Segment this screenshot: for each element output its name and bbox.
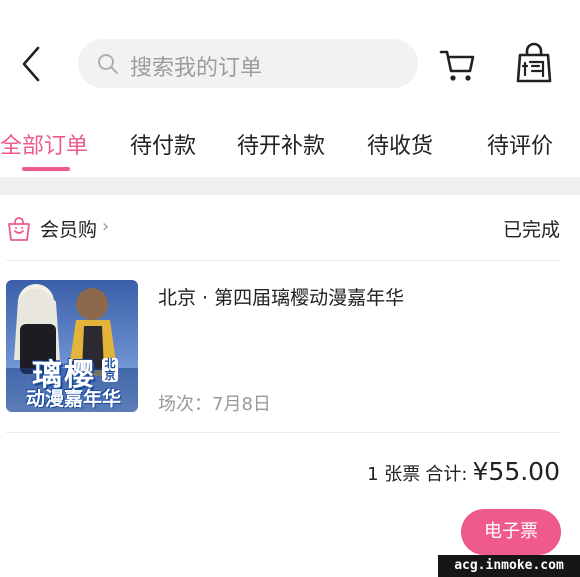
section-divider: [0, 177, 580, 195]
shop-bag-icon: [8, 217, 30, 241]
top-bar: 搜索我的订单: [0, 0, 580, 120]
poster-badge: 北京: [102, 358, 118, 382]
active-tab-indicator: [22, 167, 70, 171]
cart-icon: [439, 50, 475, 81]
shopping-bag-icon: [516, 42, 552, 83]
back-button[interactable]: [14, 44, 50, 84]
total-price: ¥55.00: [472, 457, 560, 486]
tab-pending-payment[interactable]: 待付款: [130, 128, 196, 160]
poster-subtitle: 动漫嘉年华: [26, 388, 122, 410]
event-title[interactable]: 北京 · 第四届璃樱动漫嘉年华: [158, 283, 404, 310]
tab-pending-supplement[interactable]: 待开补款: [237, 128, 325, 160]
order-card: 会员购 › 已完成 璃樱 北京 动漫嘉年华 北京 · 第四届璃樱动漫嘉年华 场次…: [0, 195, 580, 577]
search-placeholder: 搜索我的订单: [130, 56, 263, 81]
total-label: 合计:: [425, 464, 468, 485]
watermark: acg.inmoke.com: [438, 555, 580, 577]
divider: [6, 432, 560, 433]
session-date: 场次：7月8日: [158, 394, 271, 415]
e-ticket-button[interactable]: 电子票: [461, 509, 561, 555]
chevron-left-icon: [22, 46, 40, 82]
tab-all-orders[interactable]: 全部订单: [0, 128, 88, 160]
chevron-right-icon: ›: [102, 216, 110, 237]
order-tabs: 全部订单 待付款 待开补款 待收货 待评价: [0, 124, 580, 171]
order-status: 已完成: [502, 219, 560, 241]
tab-pending-review[interactable]: 待评价: [487, 128, 553, 160]
tab-pending-receipt[interactable]: 待收货: [367, 128, 433, 160]
shopping-bag-button[interactable]: [514, 42, 554, 84]
shop-row: 会员购 › 已完成: [6, 213, 560, 243]
event-poster[interactable]: 璃樱 北京 动漫嘉年华: [6, 280, 138, 412]
order-total: 1 张票 合计: ¥55.00: [367, 457, 560, 486]
cart-button[interactable]: [438, 44, 478, 84]
search-icon: [98, 54, 118, 74]
divider: [6, 260, 560, 261]
ticket-quantity: 1 张票: [367, 464, 421, 485]
search-input[interactable]: 搜索我的订单: [78, 39, 418, 88]
shop-name[interactable]: 会员购: [40, 215, 97, 242]
